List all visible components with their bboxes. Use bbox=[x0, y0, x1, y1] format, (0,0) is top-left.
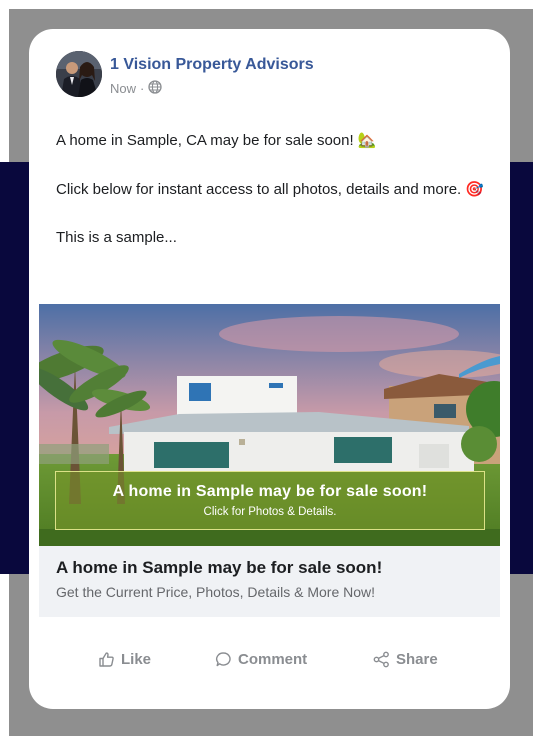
comment-icon bbox=[215, 651, 232, 668]
link-title: A home in Sample may be for sale soon! bbox=[56, 558, 383, 577]
meta-separator: · bbox=[140, 81, 145, 96]
like-button[interactable]: Like bbox=[98, 639, 151, 679]
comment-button[interactable]: Comment bbox=[215, 639, 307, 679]
share-icon bbox=[373, 651, 390, 668]
avatar[interactable] bbox=[56, 51, 102, 97]
post-text-line: This is a sample... bbox=[56, 229, 177, 246]
overlay-subtitle: Click for Photos & Details. bbox=[203, 506, 337, 518]
image-overlay-banner[interactable]: A home in Sample may be for sale soon! C… bbox=[55, 471, 485, 530]
post-card: 1 Vision Property Advisors Now · A home … bbox=[29, 29, 510, 709]
link-preview[interactable]: A home in Sample may be for sale soon! G… bbox=[39, 546, 500, 617]
post-meta: Now · bbox=[110, 80, 163, 97]
overlay-title: A home in Sample may be for sale soon! bbox=[112, 483, 428, 500]
post-image[interactable]: A home in Sample may be for sale soon! C… bbox=[39, 304, 500, 546]
timestamp[interactable]: Now bbox=[110, 81, 136, 96]
share-label: Share bbox=[396, 650, 438, 668]
link-description: Get the Current Price, Photos, Details &… bbox=[56, 584, 376, 600]
like-label: Like bbox=[121, 650, 152, 668]
page-name[interactable]: 1 Vision Property Advisors bbox=[110, 56, 314, 74]
post-text-line: Click below for instant access to all ph… bbox=[56, 180, 485, 198]
action-bar: Like Comment Share bbox=[29, 639, 510, 679]
comment-label: Comment bbox=[238, 650, 308, 668]
globe-icon bbox=[148, 80, 163, 97]
post-text: A home in Sample, CA may be for sale soo… bbox=[56, 129, 486, 251]
thumbs-up-icon bbox=[98, 651, 115, 668]
share-button[interactable]: Share bbox=[373, 639, 438, 679]
post-text-line: A home in Sample, CA may be for sale soo… bbox=[56, 132, 377, 149]
